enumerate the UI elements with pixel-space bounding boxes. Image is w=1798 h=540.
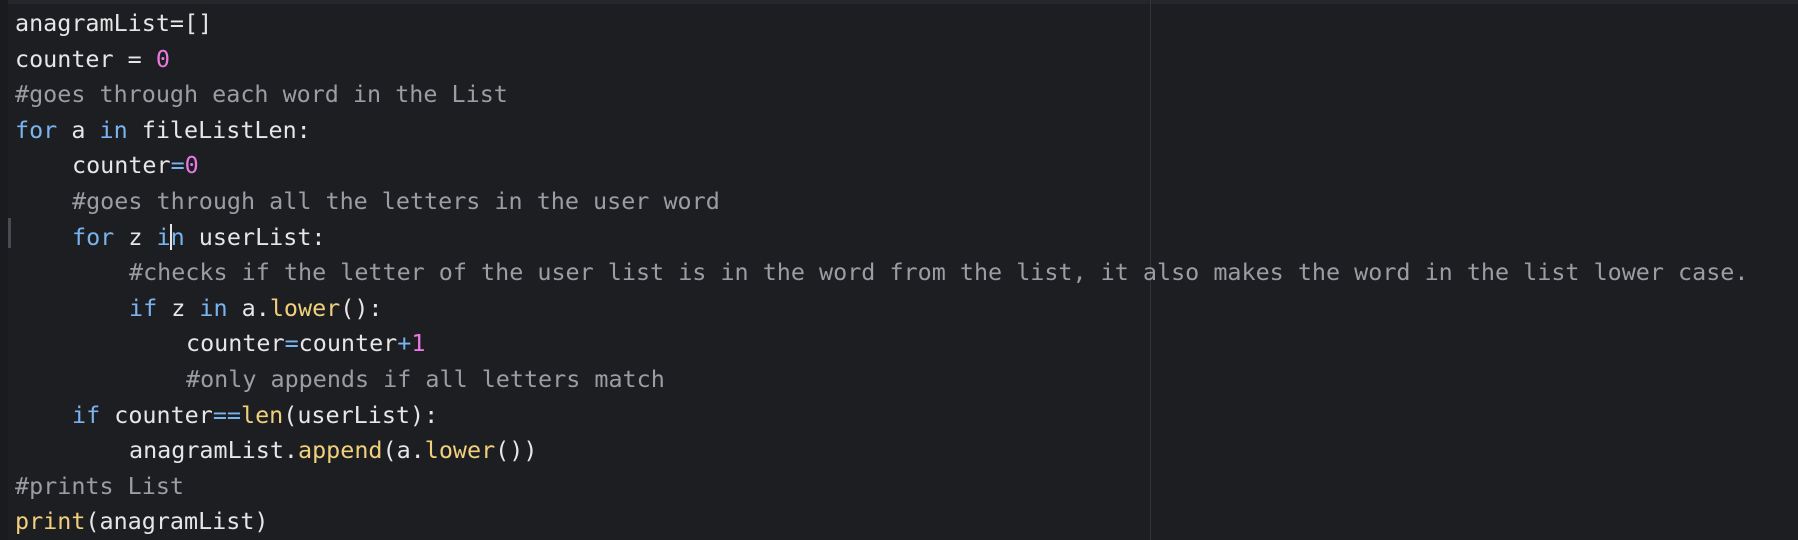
code-editor[interactable]: anagramList=[] counter = 0 #goes through e… (0, 0, 1798, 540)
code-token: counter (100, 400, 213, 429)
code-line[interactable]: print(anagramList) (15, 504, 1748, 540)
code-token: userList: (184, 222, 326, 251)
editor-top-border (0, 0, 1798, 4)
code-token: (userList): (283, 400, 439, 429)
code-keyword: for (72, 222, 115, 251)
code-token: anagramList. (129, 436, 298, 465)
editor-gutter (0, 0, 8, 540)
code-line[interactable]: #checks if the letter of the user list i… (15, 255, 1748, 291)
code-token: (anagramList) (85, 507, 269, 536)
code-comment: #prints List (15, 471, 184, 500)
code-token: (a. (382, 436, 425, 465)
code-line[interactable]: counter=counter+1 (15, 326, 1748, 362)
code-comment: #goes through each word in the List (15, 80, 508, 109)
code-token: z (114, 222, 157, 251)
code-token: counter = (15, 44, 156, 73)
code-token: == (212, 400, 242, 429)
code-keyword: if (72, 400, 101, 429)
code-keyword: for (15, 115, 58, 144)
code-line[interactable]: for z in userList: (15, 220, 1748, 256)
code-line[interactable]: if z in a.lower(): (15, 291, 1748, 327)
code-token: counter (298, 329, 398, 358)
code-line[interactable]: anagramList.append(a.lower()) (15, 433, 1748, 469)
code-keyword: if (129, 293, 158, 322)
code-line[interactable]: if counter==len(userList): (15, 398, 1748, 434)
code-token: ()) (495, 436, 538, 465)
code-keyword: in (199, 293, 228, 322)
code-line[interactable]: counter=0 (15, 148, 1748, 184)
code-token: anagramList=[] (15, 9, 213, 37)
code-token: a (57, 115, 100, 144)
code-comment: #only appends if all letters match (186, 364, 665, 393)
code-token: = (170, 151, 185, 180)
code-number: 0 (155, 44, 170, 73)
code-token: = (284, 329, 299, 358)
code-line[interactable]: #prints List (15, 469, 1748, 505)
code-token: counter (72, 151, 171, 180)
code-function: append (298, 436, 383, 465)
code-token: a. (227, 293, 270, 322)
code-line[interactable]: counter = 0 (15, 42, 1748, 78)
code-line[interactable]: #goes through each word in the List (15, 77, 1748, 113)
current-line-marker (8, 218, 11, 248)
code-area[interactable]: anagramList=[] counter = 0 #goes through e… (15, 6, 1748, 540)
code-line[interactable]: #goes through all the letters in the use… (15, 184, 1748, 220)
code-line[interactable]: anagramList=[] (15, 6, 1748, 42)
code-token: + (397, 329, 412, 358)
code-number: 0 (184, 151, 199, 180)
code-function: lower (424, 436, 496, 465)
code-token: (): (340, 293, 383, 322)
code-token: counter (186, 329, 285, 358)
code-line[interactable]: #only appends if all letters match (15, 362, 1748, 398)
code-keyword: in (99, 115, 128, 144)
code-line[interactable]: for a in fileListLen: (15, 113, 1748, 149)
code-function: print (15, 507, 86, 536)
code-function: lower (269, 293, 341, 322)
code-number: 1 (411, 329, 426, 358)
code-token: fileListLen: (127, 115, 311, 144)
code-function: len (241, 400, 284, 429)
code-comment: #checks if the letter of the user list i… (129, 258, 1749, 287)
code-keyword: i (156, 222, 171, 251)
code-comment: #goes through all the letters in the use… (72, 186, 720, 215)
code-token: z (157, 293, 200, 322)
code-keyword: n (170, 222, 185, 251)
